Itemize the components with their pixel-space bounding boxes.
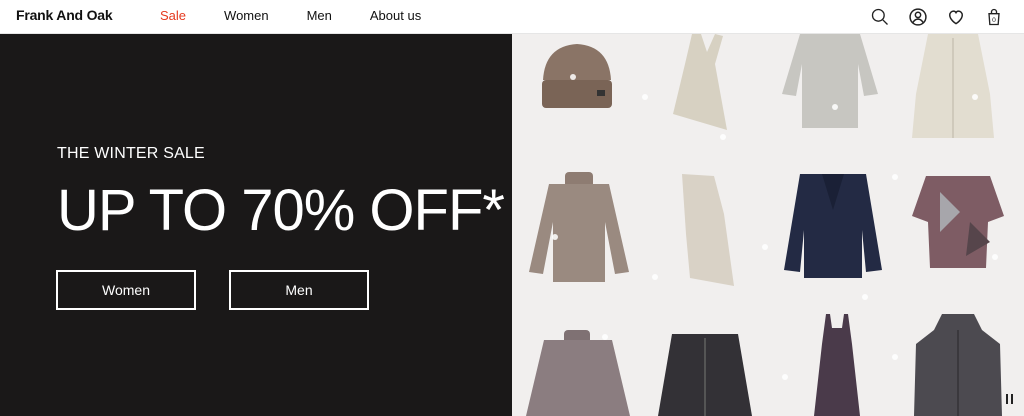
- snowflake: [602, 334, 608, 340]
- hooded-puffer-image: [914, 314, 1002, 416]
- hero-headline: UP TO 70% OFF*: [57, 178, 505, 243]
- nav-item-about[interactable]: About us: [370, 8, 421, 23]
- knit-sweater-image: [782, 34, 878, 128]
- snowflake: [652, 274, 658, 280]
- nav-item-men[interactable]: Men: [307, 8, 332, 23]
- snowflake: [892, 354, 898, 360]
- top-navigation: Frank And Oak Sale Women Men About us 0: [0, 0, 1024, 34]
- snowflake: [972, 94, 978, 100]
- pause-icon: [1005, 394, 1008, 404]
- cart-icon[interactable]: 0: [982, 5, 1006, 29]
- snowflake: [862, 294, 868, 300]
- nav-item-women[interactable]: Women: [224, 8, 269, 23]
- nav-item-sale[interactable]: Sale: [160, 8, 186, 23]
- cardigan-image: [658, 334, 752, 416]
- cart-count: 0: [992, 17, 996, 24]
- brand-logo[interactable]: Frank And Oak: [16, 7, 113, 23]
- snowflake: [782, 374, 788, 380]
- puffer-coat-image: [912, 34, 994, 138]
- hero-eyebrow: THE WINTER SALE: [57, 145, 205, 162]
- snowflake: [992, 254, 998, 260]
- snowflake: [720, 134, 726, 140]
- search-icon[interactable]: [868, 5, 892, 29]
- slip-dress-image: [814, 314, 860, 416]
- snowflake: [642, 94, 648, 100]
- snowflake: [570, 74, 576, 80]
- account-icon[interactable]: [906, 5, 930, 29]
- pause-animation-button[interactable]: [1002, 392, 1016, 406]
- turtleneck-image: [529, 172, 629, 282]
- snowflake: [762, 244, 768, 250]
- shop-men-button[interactable]: Men: [229, 270, 369, 310]
- product-collage[interactable]: [512, 34, 1024, 416]
- main-menu: Sale Women Men About us: [160, 8, 459, 23]
- snowflake: [552, 234, 558, 240]
- hero-panel: THE WINTER SALE UP TO 70% OFF* Women Men: [0, 34, 512, 416]
- beanie-image: [542, 44, 612, 108]
- blazer-image: [784, 174, 882, 278]
- header-icons: 0: [868, 5, 1006, 29]
- snowflake: [832, 104, 838, 110]
- snowflake: [892, 174, 898, 180]
- heart-icon[interactable]: [944, 5, 968, 29]
- satin-skirt-image: [682, 174, 734, 286]
- mock-neck-sweater-image: [526, 330, 630, 416]
- halter-top-image: [673, 34, 727, 130]
- shop-women-button[interactable]: Women: [56, 270, 196, 310]
